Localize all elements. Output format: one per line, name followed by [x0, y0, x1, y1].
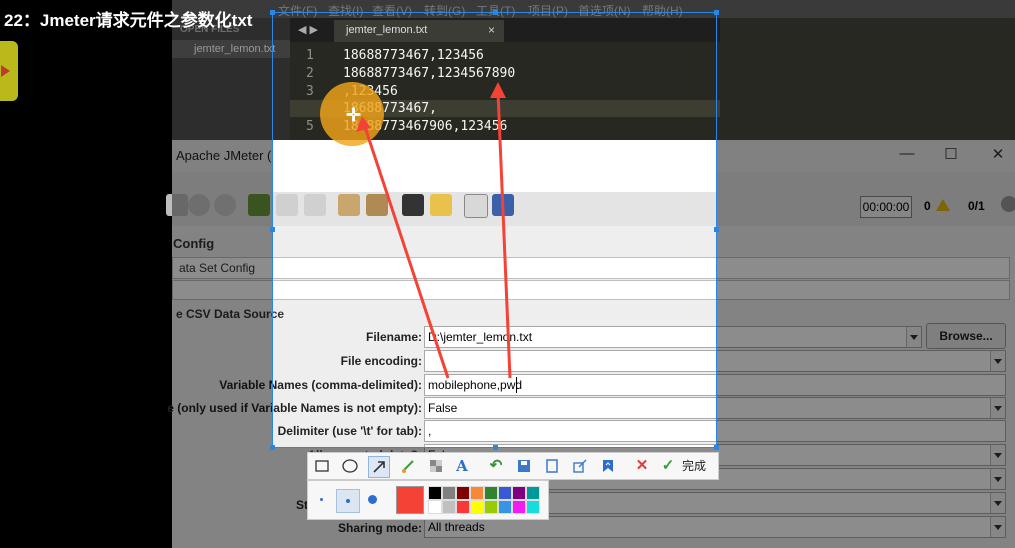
selected-color-swatch[interactable]	[396, 486, 424, 514]
delimiter-label: Delimiter (use '\t' for tab):	[277, 424, 422, 438]
code-line[interactable]: 18688773467,123456	[343, 48, 484, 63]
line-number: 1	[306, 48, 314, 63]
sublime-tabbar: ◀ ▶ jemter_lemon.txt ×	[290, 18, 720, 42]
help-icon[interactable]	[492, 194, 514, 216]
color-swatch[interactable]	[442, 500, 456, 514]
color-swatch[interactable]	[456, 500, 470, 514]
menu-find[interactable]: 查找(I)	[328, 2, 363, 19]
brush-icon[interactable]	[398, 456, 418, 476]
share-icon[interactable]	[570, 456, 590, 476]
size-medium-button[interactable]	[336, 489, 360, 513]
line-number: 3	[306, 84, 314, 99]
menu-file[interactable]: 文件(F)	[278, 2, 317, 19]
menu-project[interactable]: 项目(P)	[528, 2, 568, 19]
undo-icon[interactable]: ↶	[486, 456, 506, 476]
menu-prefs[interactable]: 首选项(N)	[578, 2, 631, 19]
text-icon[interactable]: A	[452, 456, 472, 476]
video-left-pane	[0, 0, 172, 548]
arrow-icon[interactable]	[368, 456, 390, 478]
sublime-sidebar: OPEN FILES jemter_lemon.txt	[172, 18, 290, 140]
search-icon[interactable]	[402, 194, 424, 216]
color-swatch[interactable]	[512, 486, 526, 500]
varnames-value: mobilephone,pwd	[428, 378, 523, 392]
line-number: 5	[306, 119, 314, 134]
ignore-first-line-value: False	[428, 401, 458, 415]
line-number: 2	[306, 66, 314, 81]
open-file-item[interactable]: jemter_lemon.txt	[172, 40, 290, 58]
open-file-label: jemter_lemon.txt	[194, 43, 276, 55]
cancel-icon[interactable]: ✕	[632, 456, 652, 476]
tab-jemter-lemon[interactable]: jemter_lemon.txt ×	[334, 20, 504, 42]
tab-nav-arrows[interactable]: ◀ ▶	[298, 23, 318, 36]
color-swatch[interactable]	[526, 486, 540, 500]
color-swatch[interactable]	[512, 500, 526, 514]
menu-tools[interactable]: 工具(T)	[476, 2, 515, 19]
bookmark-icon[interactable]	[598, 456, 618, 476]
text-caret	[516, 377, 517, 393]
code-line[interactable]: 18688773467,1234567890	[343, 66, 515, 81]
function-helper-icon[interactable]	[464, 194, 488, 218]
filename-value: D:\jemter_lemon.txt	[428, 330, 533, 344]
rectangle-icon[interactable]	[312, 456, 332, 476]
clear-icon[interactable]	[338, 194, 360, 216]
mosaic-icon[interactable]	[426, 456, 446, 476]
play-icon[interactable]	[0, 41, 18, 101]
color-swatch[interactable]	[498, 500, 512, 514]
color-swatch[interactable]	[428, 486, 442, 500]
size-medium-icon	[346, 499, 350, 503]
dim-overlay	[717, 140, 1015, 548]
color-swatch[interactable]	[470, 500, 484, 514]
delimiter-value: ,	[428, 424, 432, 438]
color-palette-bar	[307, 480, 549, 520]
confirm-icon[interactable]: ✓	[660, 456, 676, 476]
remote-stop-all-icon[interactable]	[304, 194, 326, 216]
selection-blank-area	[272, 140, 717, 192]
color-swatch[interactable]	[456, 486, 470, 500]
size-small-icon[interactable]	[320, 498, 323, 501]
screenshot-toolbar: A ↶ ✕ ✓ 完成	[307, 452, 719, 480]
sublime-menubar: 文件(F) 查找(I) 查看(V) 转到(G) 工具(T) 项目(P) 首选项(…	[172, 0, 1015, 18]
move-cursor-icon: ✛	[346, 105, 362, 125]
lesson-title: 22：Jmeter请求元件之参数化txt	[4, 11, 253, 30]
menu-goto[interactable]: 转到(G)	[424, 2, 465, 19]
close-icon[interactable]: ×	[488, 23, 495, 37]
ellipse-icon[interactable]	[340, 456, 360, 476]
color-swatch[interactable]	[484, 486, 498, 500]
color-swatch[interactable]	[498, 486, 512, 500]
color-swatch[interactable]	[484, 500, 498, 514]
menu-view[interactable]: 查看(V)	[372, 2, 412, 19]
tab-label: jemter_lemon.txt	[346, 24, 428, 36]
menu-help[interactable]: 帮助(H)	[642, 2, 683, 19]
color-swatch[interactable]	[470, 486, 484, 500]
color-swatch[interactable]	[526, 500, 540, 514]
remote-stop-icon[interactable]	[276, 194, 298, 216]
done-button[interactable]: 完成	[682, 457, 706, 474]
filename-label: Filename:	[365, 330, 422, 344]
save-icon[interactable]	[514, 456, 534, 476]
pin-icon[interactable]	[542, 456, 562, 476]
size-large-icon[interactable]	[368, 495, 377, 504]
dim-overlay	[172, 140, 272, 548]
color-swatch[interactable]	[442, 486, 456, 500]
clear-all-icon[interactable]	[366, 194, 388, 216]
color-swatch[interactable]	[428, 500, 442, 514]
reset-search-icon[interactable]	[430, 194, 452, 216]
encoding-label: File encoding:	[340, 354, 422, 368]
